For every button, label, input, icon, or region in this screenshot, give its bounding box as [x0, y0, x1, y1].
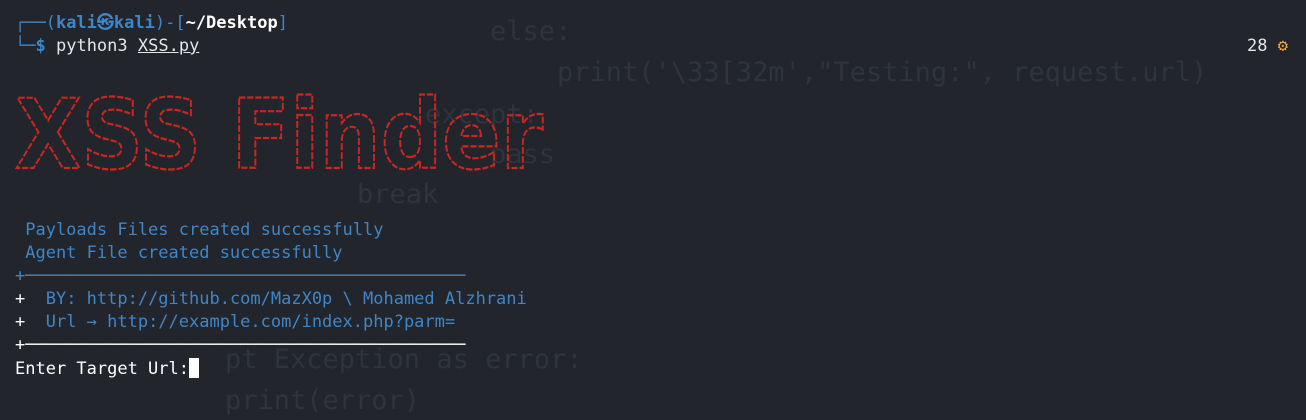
prompt-cwd: ~/Desktop	[185, 13, 278, 33]
url-example-text: Url → http://example.com/index.php?parm=	[25, 312, 456, 332]
payloads-status-message: Payloads Files created successfully	[15, 220, 384, 240]
target-url-input-line[interactable]: Enter Target Url:	[15, 358, 199, 380]
job-indicator: 28 ⚙	[1247, 36, 1288, 56]
background-code-line: break	[357, 179, 439, 210]
text-cursor[interactable]	[189, 358, 199, 378]
job-count: 28	[1247, 36, 1268, 56]
agent-status-message: Agent File created successfully	[15, 243, 343, 263]
prompt-frame: ]	[277, 13, 288, 33]
prompt-host: kali	[113, 13, 155, 33]
url-plus: +	[15, 312, 26, 332]
author-text: BY: http://github.com/MazX0p \ Mohamed A…	[25, 289, 527, 309]
prompt-command-line: └─$ python3 XSS.py	[15, 35, 199, 57]
prompt-user: kali	[55, 13, 97, 33]
command-name: python3	[55, 36, 128, 56]
divider-bottom: +───────────────────────────────────────…	[15, 335, 466, 355]
prompt-frame: )-[	[154, 13, 186, 33]
divider-top: +───────────────────────────────────────…	[15, 266, 466, 286]
author-plus: +	[15, 289, 26, 309]
prompt-at-symbol: ㉿	[96, 13, 114, 33]
prompt-header: ┌──(kali㉿kali)-[~/Desktop]	[15, 12, 288, 34]
banner-text: XSS Finder	[15, 79, 544, 180]
url-example-line: + Url → http://example.com/index.php?par…	[15, 311, 455, 333]
target-url-label: Enter Target Url:	[15, 359, 189, 379]
xss-finder-banner: XSS Finder	[15, 78, 545, 180]
background-code-line: else:	[490, 16, 572, 47]
command-argument: XSS.py	[137, 36, 200, 56]
author-line: + BY: http://github.com/MazX0p \ Mohamed…	[15, 288, 527, 310]
prompt-frame: └─	[15, 36, 36, 56]
background-code-line: print('\33[32m',"Testing:", request.url)	[557, 57, 1208, 88]
prompt-symbol: $	[35, 36, 46, 56]
prompt-frame: ┌──(	[15, 13, 56, 33]
background-code-line: print(error)	[225, 385, 421, 416]
gear-icon: ⚙	[1277, 36, 1288, 56]
terminal-window[interactable]: else: print('\33[32m',"Testing:", reques…	[0, 0, 1306, 420]
